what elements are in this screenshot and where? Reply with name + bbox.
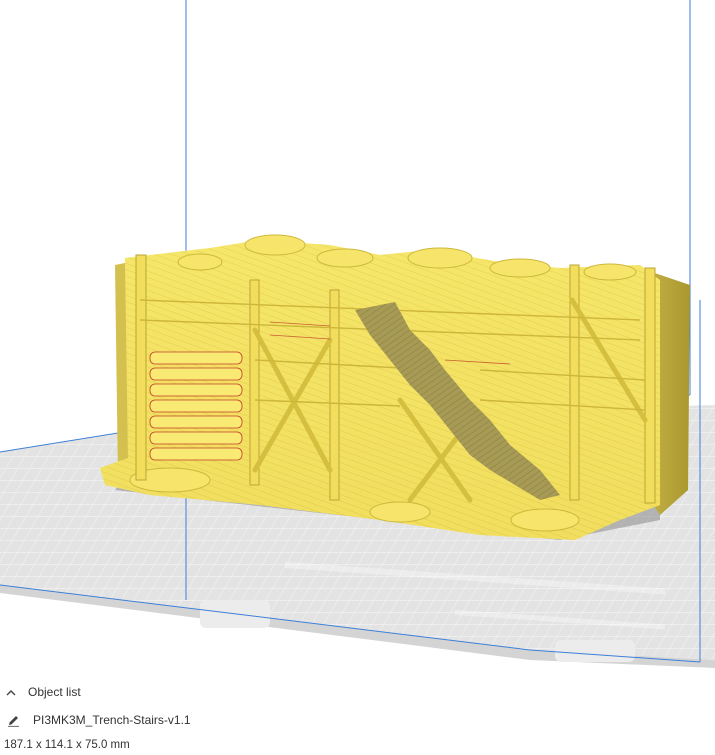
chevron-up-icon[interactable] bbox=[4, 685, 18, 699]
trench-model[interactable] bbox=[100, 234, 660, 540]
object-dimensions: 187.1 x 114.1 x 75.0 mm bbox=[4, 739, 130, 751]
object-dimensions-row: 187.1 x 114.1 x 75.0 mm bbox=[0, 733, 715, 755]
object-row[interactable]: PI3MK3M_Trench-Stairs-v1.1 bbox=[0, 708, 715, 732]
object-list-label: Object list bbox=[28, 685, 81, 699]
object-name: PI3MK3M_Trench-Stairs-v1.1 bbox=[33, 713, 191, 727]
object-list-panel: Object list PI3MK3M_Trench-Stairs-v1.1 1… bbox=[0, 678, 715, 755]
scene-canvas[interactable] bbox=[0, 0, 715, 755]
3d-viewport[interactable]: Object list PI3MK3M_Trench-Stairs-v1.1 1… bbox=[0, 0, 715, 755]
object-list-header[interactable]: Object list bbox=[0, 680, 715, 704]
pencil-icon[interactable] bbox=[5, 712, 21, 728]
sandbag-wall bbox=[149, 351, 243, 461]
